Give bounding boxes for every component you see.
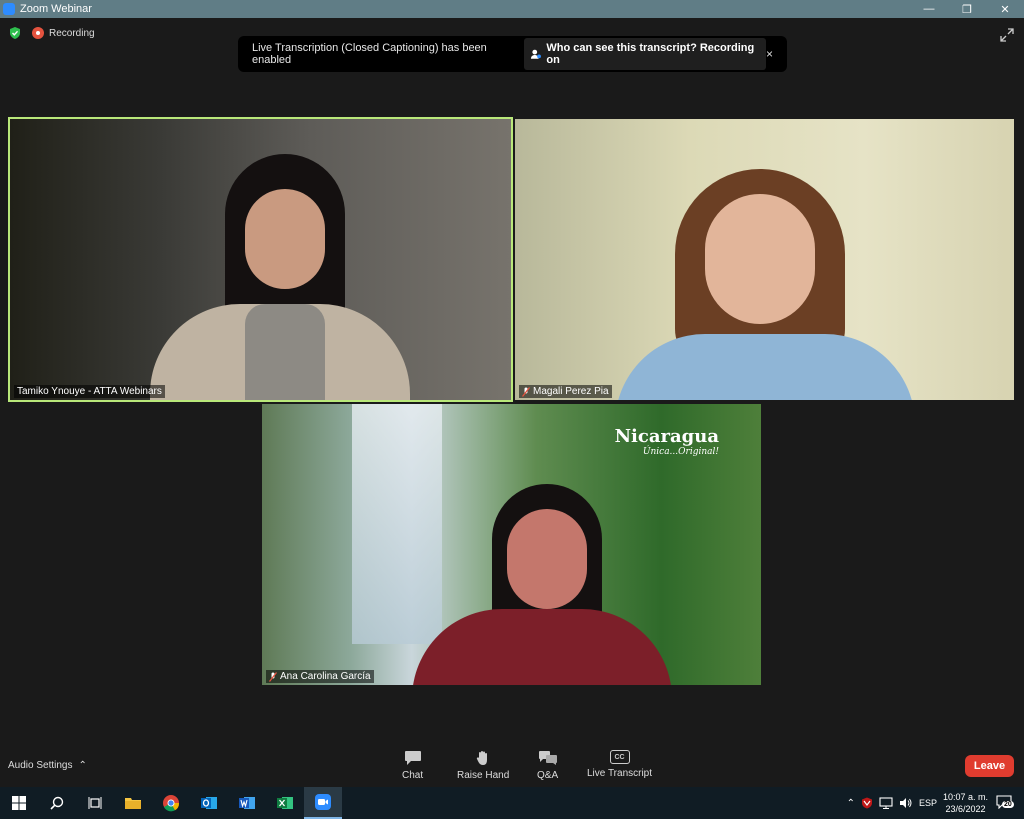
video-tile-participant[interactable]: Magali Perez Pia	[515, 119, 1014, 400]
chrome-button[interactable]	[152, 787, 190, 819]
minimize-button[interactable]: —	[910, 0, 948, 18]
participant-name: Ana Carolina García	[280, 671, 371, 682]
recording-icon	[32, 27, 44, 39]
notifications-button[interactable]: 20	[994, 794, 1016, 812]
window-titlebar: Zoom Webinar — ❐ ✕	[0, 0, 1024, 18]
windows-taskbar: ⌃ ESP 10:07 a. m. 23/6/2022 20	[0, 787, 1024, 819]
transcription-banner: Live Transcription (Closed Captioning) h…	[238, 36, 787, 72]
zoom-taskbar-button[interactable]	[304, 787, 342, 819]
word-button[interactable]	[228, 787, 266, 819]
participant-name-tag: Magali Perez Pia	[519, 385, 612, 398]
folder-icon	[125, 798, 141, 809]
security-shield-icon[interactable]	[8, 26, 22, 40]
qa-button[interactable]: Q&A	[537, 750, 558, 781]
restore-button[interactable]: ❐	[948, 0, 986, 18]
video-tile-speaker[interactable]: Tamiko Ynouye - ATTA Webinars	[8, 117, 513, 402]
windows-start-button[interactable]	[0, 787, 38, 819]
raise-hand-icon	[476, 751, 488, 765]
network-icon[interactable]	[879, 797, 893, 809]
chrome-icon	[163, 795, 180, 812]
file-explorer-button[interactable]	[114, 787, 152, 819]
live-transcript-label: Live Transcript	[587, 768, 653, 779]
keyboard-language[interactable]: ESP	[919, 798, 937, 808]
participant-name: Magali Perez Pia	[533, 386, 609, 397]
chevron-up-icon: ⌃	[78, 760, 87, 771]
audio-settings-label: Audio Settings	[8, 760, 73, 771]
participant-video	[615, 164, 915, 400]
chat-icon	[404, 751, 421, 765]
recording-label: Recording	[49, 27, 95, 39]
fullscreen-icon[interactable]	[1000, 28, 1014, 42]
banner-close-button[interactable]: ×	[766, 47, 773, 61]
meeting-status-row: Recording	[8, 26, 95, 40]
system-tray: ⌃ ESP 10:07 a. m. 23/6/2022 20	[847, 787, 1024, 819]
task-view-button[interactable]	[76, 787, 114, 819]
cc-icon: CC	[609, 750, 630, 764]
participant-name-tag: Ana Carolina García	[266, 670, 374, 683]
chat-button[interactable]: Chat	[402, 750, 423, 781]
zoom-icon	[315, 794, 331, 810]
chat-label: Chat	[402, 770, 424, 781]
transcript-visibility-button[interactable]: Who can see this transcript? Recording o…	[524, 38, 766, 70]
search-icon	[50, 796, 64, 810]
who-can-see-label: Who can see this transcript? Recording o…	[546, 42, 755, 66]
video-tile-participant[interactable]: Nicaragua Única...Original! Ana Carolina…	[262, 404, 761, 685]
raise-hand-label: Raise Hand	[457, 770, 510, 781]
banner-message: Live Transcription (Closed Captioning) h…	[252, 42, 487, 66]
speaker-volume-icon[interactable]	[899, 797, 913, 809]
muted-microphone-icon	[269, 671, 277, 682]
word-icon	[239, 797, 255, 809]
participant-video	[150, 154, 410, 400]
raise-hand-button[interactable]: Raise Hand	[457, 750, 509, 781]
brand-title: Nicaragua	[614, 426, 719, 447]
outlook-button[interactable]	[190, 787, 228, 819]
windows-logo-icon	[12, 796, 26, 810]
participant-name-tag: Tamiko Ynouye - ATTA Webinars	[14, 385, 165, 398]
brand-tagline: Única...Original!	[642, 447, 719, 457]
window-title: Zoom Webinar	[20, 3, 92, 15]
qa-icon	[538, 751, 557, 765]
mcafee-shield-icon[interactable]	[861, 797, 873, 809]
excel-icon	[277, 797, 293, 809]
user-info-icon	[530, 49, 541, 59]
qa-label: Q&A	[537, 770, 559, 781]
clock-date: 23/6/2022	[945, 804, 986, 814]
zoom-app-icon	[3, 3, 15, 15]
outlook-icon	[201, 797, 217, 809]
audio-settings-button[interactable]: Audio Settings ⌃	[8, 760, 87, 771]
excel-button[interactable]	[266, 787, 304, 819]
chevron-up-icon[interactable]: ⌃	[847, 798, 855, 809]
brand-watermark: Nicaragua Única...Original!	[615, 426, 719, 457]
task-view-icon	[88, 797, 102, 809]
search-button[interactable]	[38, 787, 76, 819]
notification-count-badge: 20	[1002, 801, 1014, 808]
muted-microphone-icon	[522, 386, 530, 397]
leave-button[interactable]: Leave	[965, 755, 1014, 777]
clock-time: 10:07 a. m.	[942, 792, 988, 802]
participant-name: Tamiko Ynouye - ATTA Webinars	[17, 386, 162, 397]
participant-video	[412, 479, 672, 685]
close-button[interactable]: ✕	[986, 0, 1024, 18]
clock[interactable]: 10:07 a. m. 23/6/2022	[943, 791, 988, 815]
recording-indicator[interactable]: Recording	[32, 27, 95, 39]
live-transcript-button[interactable]: CC Live Transcript	[587, 750, 652, 779]
